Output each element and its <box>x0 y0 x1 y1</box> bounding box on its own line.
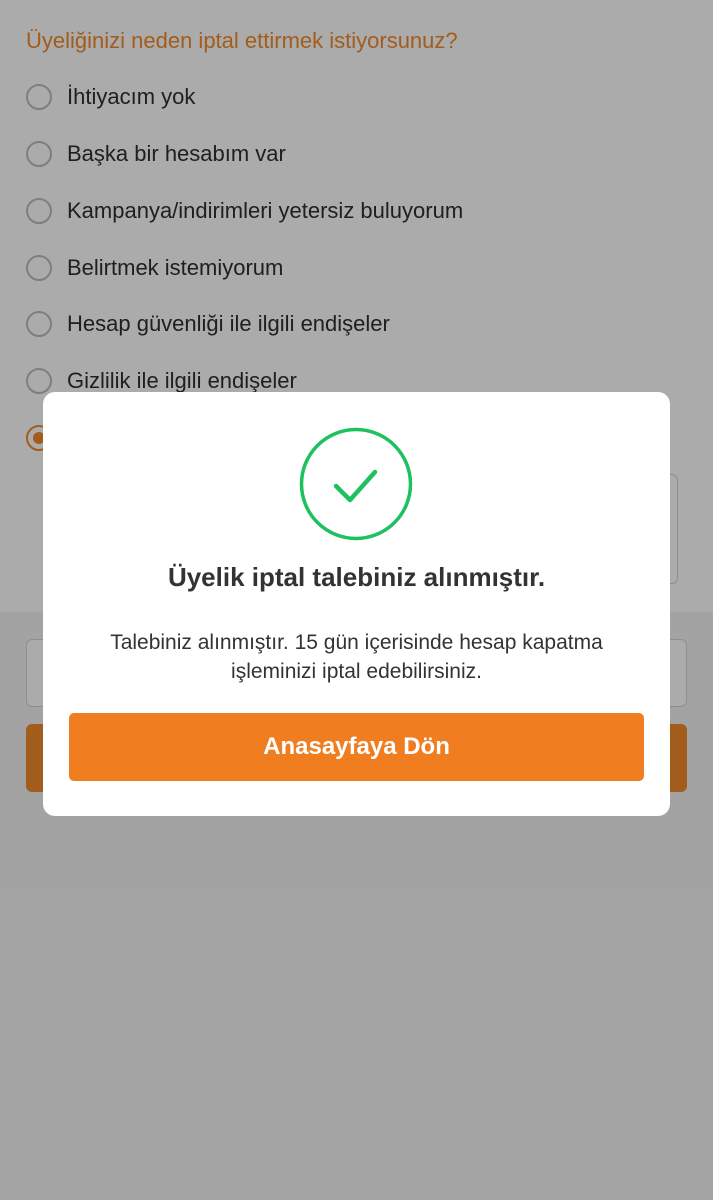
modal-description: Talebiniz alınmıştır. 15 gün içerisinde … <box>110 631 603 683</box>
success-modal: Üyelik iptal talebiniz alınmıştır. Taleb… <box>43 392 670 816</box>
modal-title: Üyelik iptal talebiniz alınmıştır. <box>167 562 546 592</box>
checkmark-circle-icon <box>299 427 413 541</box>
back-to-home-button[interactable]: Anasayfaya Dön <box>69 713 644 781</box>
